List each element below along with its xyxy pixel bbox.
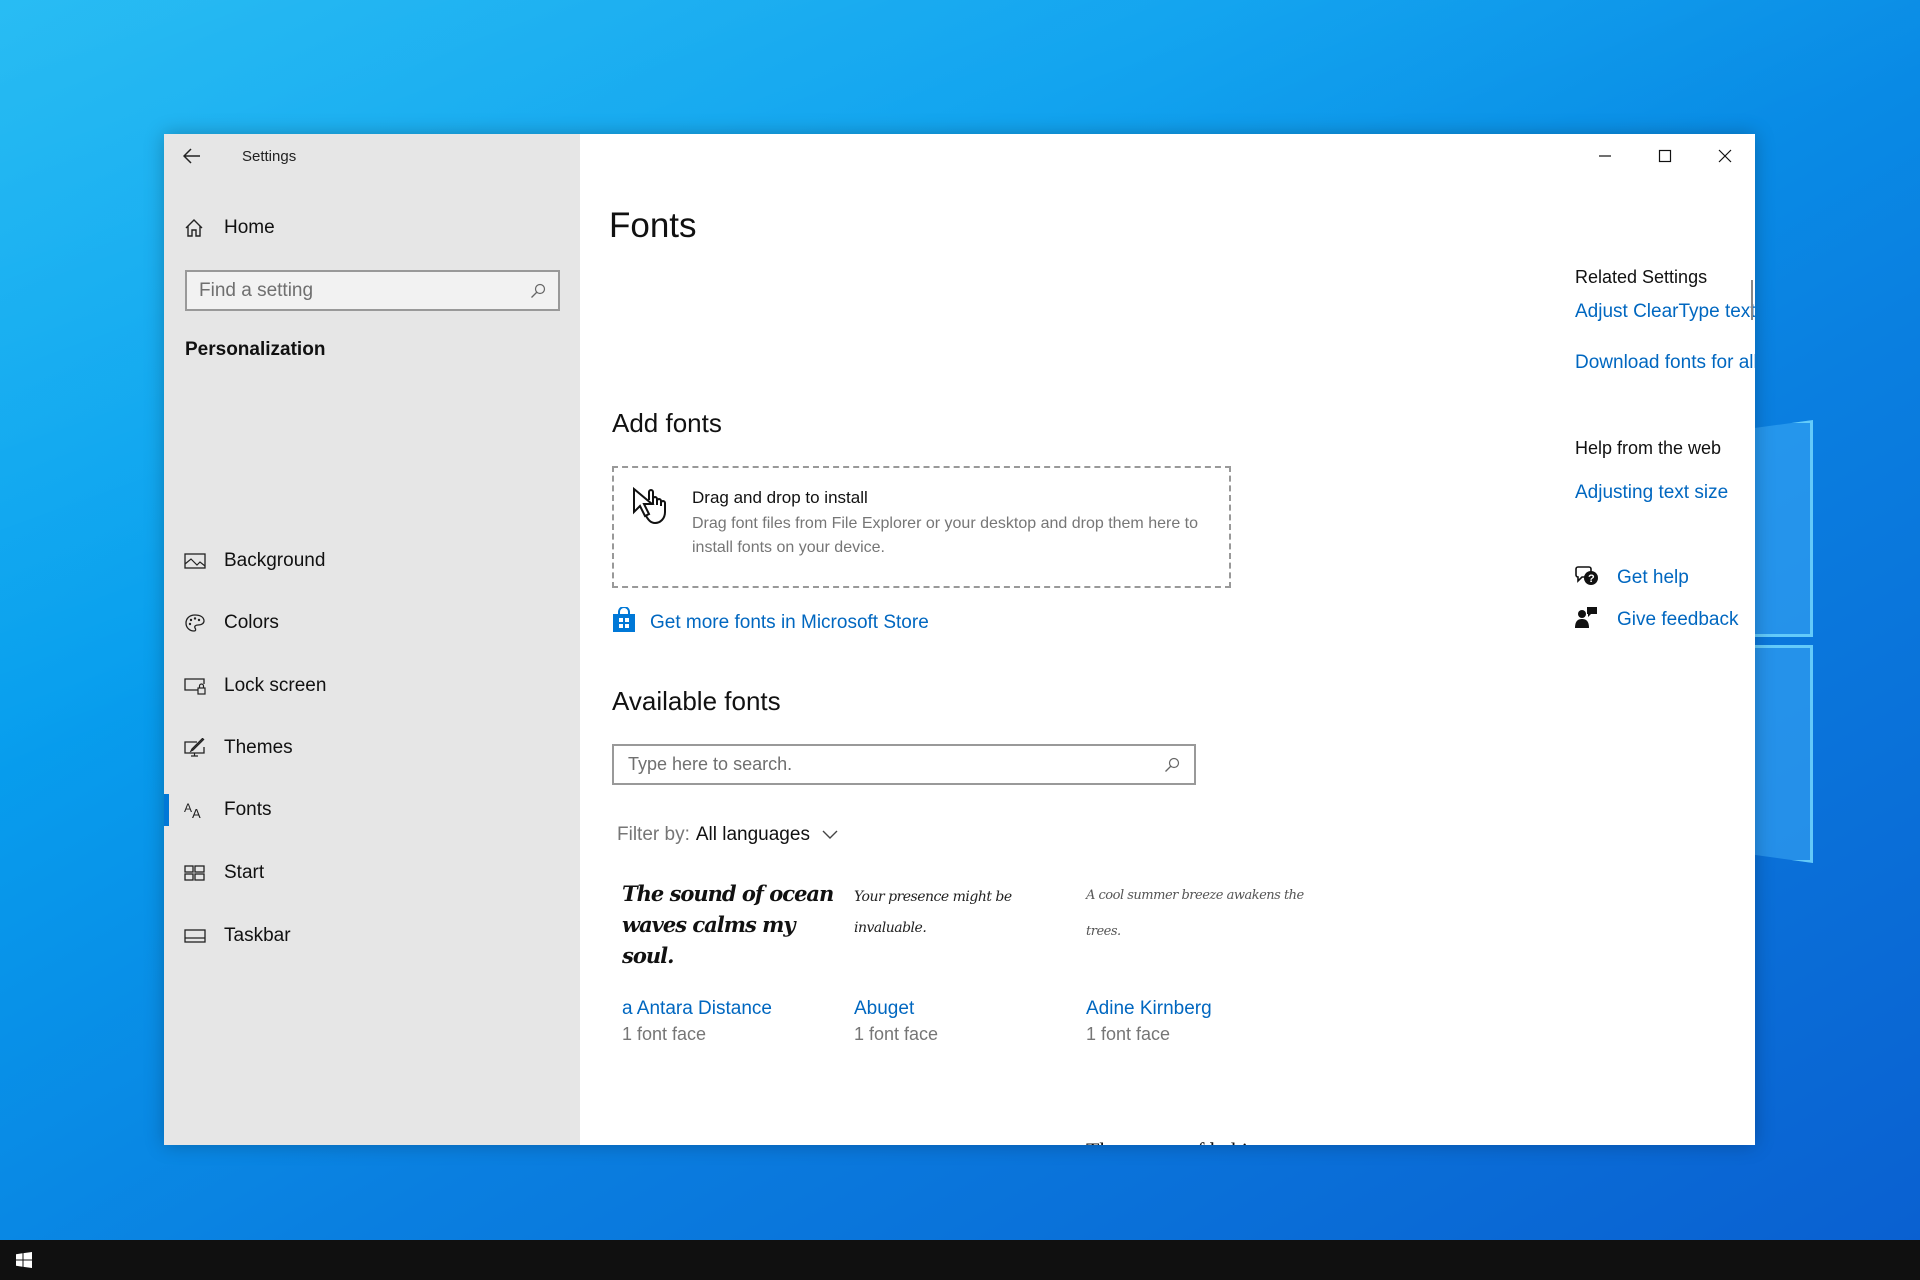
window-controls xyxy=(1575,134,1755,178)
font-face-count: 1 font face xyxy=(1086,1024,1171,1044)
wallpaper-logo-pane-bottom xyxy=(1750,645,1813,863)
nav-home[interactable]: Home xyxy=(184,212,275,244)
taskbar-icon xyxy=(184,924,214,948)
back-arrow-icon xyxy=(183,148,200,164)
sidebar: Settings Home Personalization Background… xyxy=(164,134,580,1145)
get-help-row[interactable]: ? Get help xyxy=(1575,563,1755,593)
fonts-icon: AA xyxy=(184,798,214,822)
font-sample: A gentle moon lulls the child to sleep. xyxy=(622,1136,842,1145)
search-icon[interactable] xyxy=(530,283,546,299)
font-sample: Your presence might be invaluable. xyxy=(854,889,1012,936)
start-icon xyxy=(184,861,214,885)
start-button[interactable] xyxy=(0,1240,48,1280)
font-name[interactable]: Adine Kirnberg xyxy=(1086,998,1306,1020)
sidebar-item-label: Background xyxy=(224,550,326,571)
sidebar-item-label: Colors xyxy=(224,612,279,633)
adjusting-text-size-link[interactable]: Adjusting text size xyxy=(1575,482,1755,504)
find-setting-input[interactable] xyxy=(199,279,530,302)
drag-hand-icon xyxy=(631,486,673,531)
picture-icon xyxy=(184,549,214,573)
font-tile[interactable]: A cool summer breeze awakens the trees. … xyxy=(1086,878,1306,1045)
back-button[interactable] xyxy=(164,134,220,178)
font-face-count: 1 font face xyxy=(622,1024,707,1044)
add-fonts-heading: Add fonts xyxy=(612,408,722,438)
filter-label: Filter by: xyxy=(617,824,690,845)
drop-zone-title: Drag and drop to install xyxy=(692,488,868,507)
taskbar xyxy=(0,1240,1920,1280)
related-settings-heading: Related Settings xyxy=(1575,267,1708,287)
lock-screen-icon xyxy=(184,674,214,698)
font-tile[interactable]: Your presence might be invaluable. Abuge… xyxy=(854,882,1074,1045)
nav-home-label: Home xyxy=(224,217,275,238)
font-face-count: 1 font face xyxy=(854,1024,939,1044)
help-from-web-heading: Help from the web xyxy=(1575,438,1722,458)
cleartype-link[interactable]: Adjust ClearType text xyxy=(1575,301,1755,323)
microsoft-store-link[interactable]: Get more fonts in Microsoft Store xyxy=(612,606,929,638)
font-name[interactable]: a Antara Distance xyxy=(622,998,842,1020)
give-feedback-row[interactable]: Give feedback xyxy=(1575,605,1755,635)
sidebar-item-taskbar[interactable]: Taskbar xyxy=(164,912,580,960)
filter-value[interactable]: All languages xyxy=(696,824,810,846)
find-setting-search[interactable] xyxy=(185,270,560,311)
windows-logo-icon xyxy=(16,1252,32,1268)
svg-text:A: A xyxy=(192,806,201,819)
font-tile[interactable]: The aroma of baking bread fills the air. xyxy=(1086,1136,1306,1145)
sidebar-item-background[interactable]: Background xyxy=(164,537,580,585)
font-name[interactable]: Abuget xyxy=(854,998,1074,1020)
page-title: Fonts xyxy=(609,206,697,245)
font-tile[interactable]: The sound of ocean waves calms my soul. … xyxy=(622,878,842,1045)
home-icon xyxy=(184,216,214,240)
sidebar-item-start[interactable]: Start xyxy=(164,849,580,897)
app-title: Settings xyxy=(242,147,297,165)
sidebar-item-fonts[interactable]: AA Fonts xyxy=(164,786,580,834)
sidebar-item-label: Taskbar xyxy=(224,925,291,946)
chevron-down-icon[interactable] xyxy=(822,830,838,840)
font-drop-zone[interactable]: Drag and drop to install Drag font files… xyxy=(612,466,1231,588)
sidebar-item-colors[interactable]: Colors xyxy=(164,599,580,647)
font-sample: The sound of ocean waves calms my soul. xyxy=(622,881,834,968)
settings-window: Settings Home Personalization Background… xyxy=(164,134,1755,1145)
give-feedback-link[interactable]: Give feedback xyxy=(1617,609,1738,631)
maximize-button[interactable] xyxy=(1635,134,1695,178)
font-search-box[interactable] xyxy=(612,744,1196,785)
drop-zone-description: Drag font files from File Explorer or yo… xyxy=(692,515,1199,556)
font-search-input[interactable] xyxy=(628,754,1164,775)
sidebar-item-lock-screen[interactable]: Lock screen xyxy=(164,662,580,710)
right-panel: Related Settings Adjust ClearType text D… xyxy=(1575,267,1755,635)
svg-text:A: A xyxy=(184,801,192,815)
close-button[interactable] xyxy=(1695,134,1755,178)
get-help-link[interactable]: Get help xyxy=(1617,567,1689,589)
font-tile[interactable]: A gentle moon lulls the child to sleep. xyxy=(622,1136,842,1145)
font-sample: The sound of ocean waves calms my soul. xyxy=(854,1136,1074,1145)
section-title: Personalization xyxy=(185,339,326,360)
font-sample: The aroma of baking bread fills the air. xyxy=(1086,1136,1306,1145)
get-help-icon: ? xyxy=(1575,565,1617,592)
svg-text:?: ? xyxy=(1588,573,1595,585)
themes-icon xyxy=(184,736,214,760)
sidebar-item-label: Fonts xyxy=(224,799,272,820)
sidebar-item-themes[interactable]: Themes xyxy=(164,724,580,772)
give-feedback-icon xyxy=(1575,606,1617,635)
download-fonts-link[interactable]: Download fonts for all languages xyxy=(1575,352,1755,374)
title-bar: Settings xyxy=(164,134,580,178)
main-content: Fonts Add fonts Drag and drop to install… xyxy=(580,134,1755,1145)
sidebar-item-label: Start xyxy=(224,862,265,883)
store-bag-icon xyxy=(612,606,650,638)
minimize-icon xyxy=(1599,155,1611,157)
font-tile[interactable]: The sound of ocean waves calms my soul. xyxy=(854,1136,1074,1145)
scrollbar[interactable] xyxy=(1751,280,1753,320)
available-fonts-heading: Available fonts xyxy=(612,686,781,716)
sidebar-item-label: Themes xyxy=(224,737,293,758)
search-icon[interactable] xyxy=(1164,757,1180,773)
maximize-icon xyxy=(1658,149,1672,163)
sidebar-item-label: Lock screen xyxy=(224,675,327,696)
language-filter[interactable]: Filter by: All languages xyxy=(617,824,838,846)
wallpaper-logo-pane-top xyxy=(1750,420,1813,637)
minimize-button[interactable] xyxy=(1575,134,1635,178)
store-link-label[interactable]: Get more fonts in Microsoft Store xyxy=(650,612,929,634)
close-icon xyxy=(1718,149,1732,163)
font-sample: A cool summer breeze awakens the trees. xyxy=(1086,888,1304,939)
palette-icon xyxy=(184,611,214,635)
